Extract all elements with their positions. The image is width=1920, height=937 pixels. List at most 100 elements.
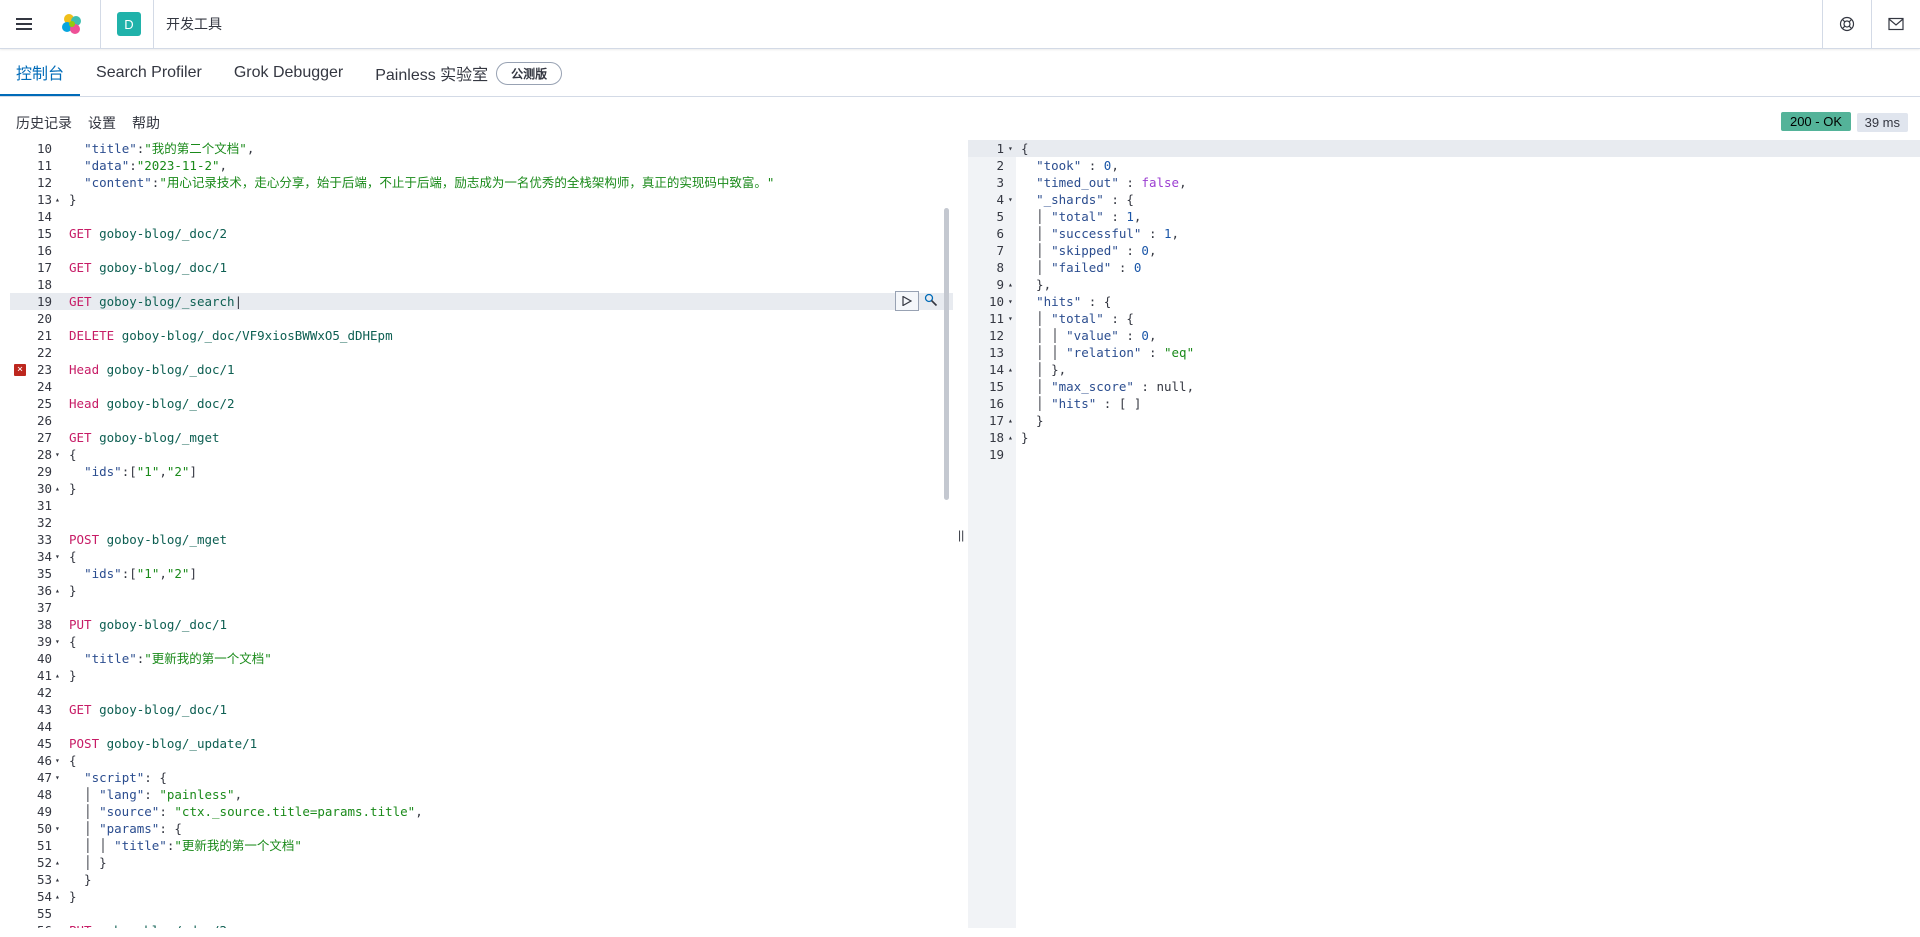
line-number: 34 xyxy=(36,549,52,564)
code-token: GET xyxy=(69,226,92,241)
code-token: "content" xyxy=(84,175,152,190)
line-code: } xyxy=(1021,429,1029,446)
line-code: POST goboy-blog/_update/1 xyxy=(69,735,257,752)
request-actions xyxy=(895,291,939,311)
line-code: { xyxy=(69,633,77,650)
code-token: "title" xyxy=(84,651,137,666)
line-code: "_shards" : { xyxy=(1021,191,1134,208)
fold-toggle-icon[interactable]: ▴ xyxy=(55,480,65,497)
code-token: : xyxy=(1103,209,1127,224)
fold-toggle-icon[interactable]: ▴ xyxy=(1008,412,1018,429)
fold-toggle-icon[interactable]: ▾ xyxy=(1008,293,1018,310)
fold-toggle-icon[interactable]: ▴ xyxy=(1008,429,1018,446)
fold-toggle-icon[interactable]: ▾ xyxy=(1008,191,1018,208)
tab-label: 控制台 xyxy=(16,66,65,83)
line-code: "content":"用心记录技术，走心分享，始于后端，不止于后端，励志成为一名… xyxy=(69,174,774,191)
code-line: 37 xyxy=(10,599,953,616)
code-token: , xyxy=(1179,175,1187,190)
elastic-logo-icon[interactable] xyxy=(60,12,84,36)
code-line: 51 │ │ "title":"更新我的第一个文档" xyxy=(10,837,953,854)
tab-search-profiler[interactable]: Search Profiler xyxy=(80,50,218,96)
code-line: 14 xyxy=(10,208,953,225)
code-token: , xyxy=(1148,328,1157,343)
fold-toggle-icon[interactable]: ▴ xyxy=(1008,276,1018,293)
fold-toggle-icon[interactable]: ▴ xyxy=(55,854,65,871)
line-number: 31 xyxy=(36,498,52,513)
menu-toggle-button[interactable] xyxy=(0,0,48,48)
code-token: goboy-blog/_doc/VF9xiosBWWxO5_dDHEpm xyxy=(121,328,393,343)
help-link[interactable]: 帮助 xyxy=(132,113,160,133)
code-token: : [ ] xyxy=(1096,396,1142,411)
code-token: │ │ xyxy=(1021,328,1067,343)
line-code: GET goboy-blog/_doc/1 xyxy=(69,701,227,718)
fold-toggle-icon[interactable]: ▴ xyxy=(55,871,65,888)
fold-toggle-icon[interactable]: ▾ xyxy=(1008,140,1018,157)
tab-painless-lab[interactable]: Painless 实验室 公测版 xyxy=(359,50,578,96)
editor-scrollbar[interactable] xyxy=(944,208,949,500)
code-token: "ids" xyxy=(84,566,122,581)
code-token: │ xyxy=(1021,243,1052,258)
help-menu-button[interactable] xyxy=(1822,0,1871,48)
line-number: 42 xyxy=(36,685,52,700)
line-code: │ } xyxy=(69,854,107,871)
line-number: 35 xyxy=(36,566,52,581)
code-line: 17 ▴ } xyxy=(968,412,1920,429)
fold-toggle-icon[interactable]: ▾ xyxy=(55,752,65,769)
fold-toggle-icon[interactable]: ▾ xyxy=(55,769,65,786)
send-request-button[interactable] xyxy=(895,291,919,311)
tab-label: Painless 实验室 xyxy=(375,67,489,84)
code-token: "title" xyxy=(84,141,137,156)
code-line: 56 PUT goboy-blog/_doc/2 xyxy=(10,922,953,928)
code-token: } xyxy=(69,583,77,598)
settings-link[interactable]: 设置 xyxy=(88,113,116,133)
code-token: │ xyxy=(69,787,100,802)
line-number: 47 xyxy=(36,770,52,785)
fold-toggle-icon[interactable]: ▴ xyxy=(55,667,65,684)
fold-toggle-icon[interactable]: ▴ xyxy=(55,582,65,599)
code-token: , xyxy=(1148,243,1157,258)
line-code: │ "params": { xyxy=(69,820,182,837)
code-token: , xyxy=(234,787,243,802)
code-line: 40 "title":"更新我的第一个文档" xyxy=(10,650,953,667)
panel-resize-handle[interactable]: || xyxy=(958,528,964,542)
line-code: "ids":["1","2"] xyxy=(69,565,197,582)
play-icon xyxy=(902,296,912,306)
line-code: │ │ "value" : 0, xyxy=(1021,327,1156,344)
code-token: : xyxy=(159,804,175,819)
code-line: 50 ▾ │ "params": { xyxy=(10,820,953,837)
fold-toggle-icon[interactable]: ▴ xyxy=(55,191,65,208)
fold-toggle-icon[interactable]: ▾ xyxy=(55,820,65,837)
code-line: 6 │ "successful" : 1, xyxy=(968,225,1920,242)
fold-toggle-icon[interactable]: ▾ xyxy=(55,446,65,463)
line-number: 17 xyxy=(36,260,52,275)
line-code: } xyxy=(69,888,77,905)
code-line: 2 "took" : 0, xyxy=(968,157,1920,174)
tab-grok-debugger[interactable]: Grok Debugger xyxy=(218,50,359,96)
line-code: POST goboy-blog/_mget xyxy=(69,531,227,548)
space-avatar[interactable]: D xyxy=(117,12,141,36)
code-line: 25 Head goboy-blog/_doc/2 xyxy=(10,395,953,412)
fold-toggle-icon[interactable]: ▾ xyxy=(55,548,65,565)
code-line: 22 xyxy=(10,344,953,361)
code-token: false xyxy=(1141,175,1180,190)
request-editor[interactable]: 10 "title":"我的第二个文档", 11 "data":"2023-11-… xyxy=(10,140,953,928)
fold-toggle-icon[interactable]: ▾ xyxy=(1008,310,1018,327)
history-link[interactable]: 历史记录 xyxy=(16,113,72,133)
line-code: } xyxy=(1021,412,1044,429)
code-line: 15 │ "max_score" : null, xyxy=(968,378,1920,395)
code-token: PUT xyxy=(69,617,92,632)
newsfeed-button[interactable] xyxy=(1871,0,1920,48)
fold-toggle-icon[interactable]: ▴ xyxy=(1008,361,1018,378)
fold-toggle-icon[interactable]: ▾ xyxy=(55,633,65,650)
code-token: │ }, xyxy=(1021,362,1067,377)
tab-console[interactable]: 控制台 xyxy=(0,50,81,96)
fold-toggle-icon[interactable]: ▴ xyxy=(55,888,65,905)
code-token: , xyxy=(246,141,255,156)
request-options-button[interactable] xyxy=(923,291,939,309)
code-token: goboy-blog/_search xyxy=(99,294,235,309)
